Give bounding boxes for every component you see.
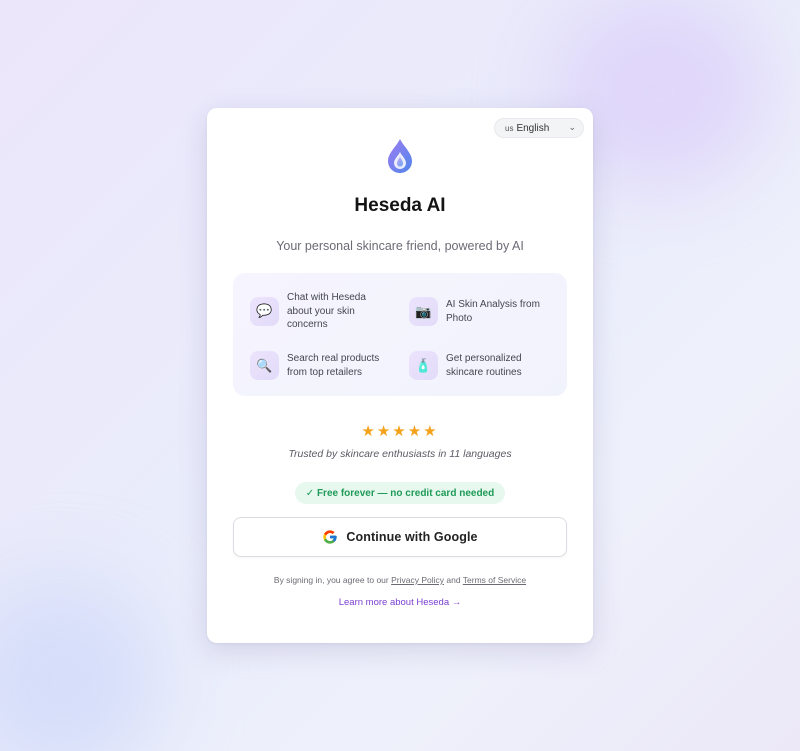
language-value: English — [516, 122, 550, 134]
continue-with-google-button[interactable]: Continue with Google — [233, 517, 567, 557]
language-select[interactable]: us English ⌄ — [494, 118, 584, 138]
star-rating: ★★★★★ — [361, 423, 439, 440]
camera-icon: 📷 — [409, 297, 438, 326]
feature-skin-analysis: 📷 AI Skin Analysis from Photo — [409, 297, 546, 326]
privacy-policy-link[interactable]: Privacy Policy — [391, 575, 444, 585]
chevron-down-icon: ⌄ — [568, 122, 576, 132]
feature-search-products: 🔍 Search real products from top retailer… — [250, 351, 387, 380]
droplet-logo-icon — [388, 139, 412, 173]
google-button-label: Continue with Google — [346, 530, 478, 544]
google-icon — [323, 530, 338, 544]
signin-card: us English ⌄ Heseda AI Your personal ski… — [207, 108, 593, 643]
feature-chat: 💬 Chat with Heseda about your skin conce… — [250, 291, 387, 332]
features-panel: 💬 Chat with Heseda about your skin conce… — [233, 273, 567, 396]
feature-text: Search real products from top retailers — [287, 353, 380, 378]
feature-text: Chat with Heseda about your skin concern… — [287, 292, 366, 330]
flag-label: us — [505, 123, 514, 133]
lotion-bottle-icon: 🧴 — [409, 351, 438, 380]
app-title: Heseda AI — [354, 195, 446, 216]
app-tagline: Your personal skincare friend, powered b… — [276, 239, 524, 253]
background-blob — [0, 581, 160, 751]
feature-text: AI Skin Analysis from Photo — [446, 299, 540, 324]
free-badge: ✓ Free forever — no credit card needed — [295, 482, 505, 504]
terms-of-service-link[interactable]: Terms of Service — [463, 575, 526, 585]
terms-prefix: By signing in, you agree to our — [273, 575, 389, 585]
terms-text: By signing in, you agree to our Privacy … — [207, 575, 593, 585]
feature-routines: 🧴 Get personalized skincare routines — [409, 351, 546, 380]
learn-more-link[interactable]: Learn more about Heseda → — [207, 597, 593, 608]
terms-and: and — [446, 575, 461, 585]
feature-text: Get personalized skincare routines — [446, 353, 522, 378]
trusted-text: Trusted by skincare enthusiasts in 11 la… — [288, 448, 512, 460]
magnifier-icon: 🔍 — [250, 351, 279, 380]
chat-bubble-icon: 💬 — [250, 296, 279, 326]
